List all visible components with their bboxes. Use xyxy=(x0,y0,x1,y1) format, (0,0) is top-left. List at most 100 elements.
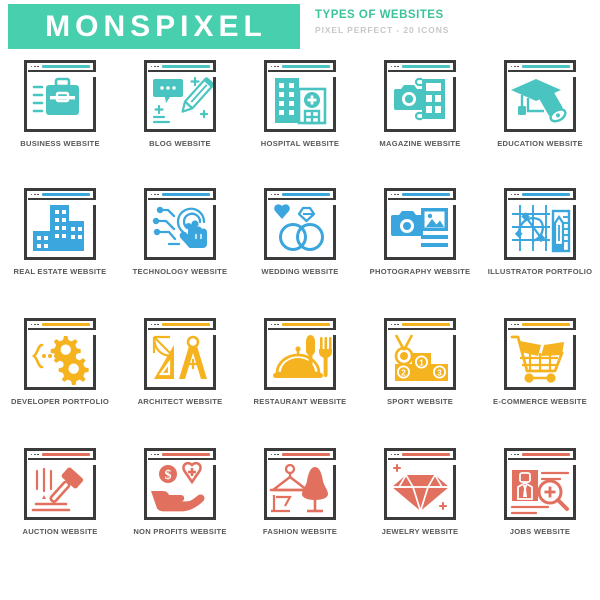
window-dots-icon xyxy=(270,453,279,456)
window-dots-icon xyxy=(150,65,159,68)
window-dots-icon xyxy=(390,453,399,456)
browser-window-frame: $ xyxy=(144,448,217,520)
browser-window-frame xyxy=(24,188,97,260)
icon-cell[interactable]: AUCTION WEBSITE xyxy=(0,448,120,578)
icon-label: BLOG WEBSITE xyxy=(149,139,211,148)
window-dots-icon xyxy=(510,453,519,456)
svg-text:3: 3 xyxy=(437,369,442,378)
icon-row: AUCTION WEBSITE $ NON PROFITS WEBSITE FA… xyxy=(0,448,600,578)
window-dots-icon xyxy=(390,65,399,68)
window-dots-icon xyxy=(150,453,159,456)
buildings-icon xyxy=(28,201,93,257)
browser-window-frame xyxy=(384,448,457,520)
browser-window-frame xyxy=(504,318,577,390)
window-dots-icon xyxy=(30,193,39,196)
frame-titlebar xyxy=(27,64,93,72)
address-bar-line xyxy=(161,453,210,456)
address-bar-line xyxy=(161,65,210,68)
browser-window-frame xyxy=(264,188,337,260)
icon-cell[interactable]: $ NON PROFITS WEBSITE xyxy=(120,448,240,578)
icon-label: EDUCATION WEBSITE xyxy=(497,139,583,148)
icon-cell[interactable]: JOBS WEBSITE xyxy=(480,448,600,578)
address-bar-line xyxy=(161,193,210,196)
window-dots-icon xyxy=(510,323,519,326)
address-bar-line xyxy=(281,65,330,68)
browser-window-frame xyxy=(504,188,577,260)
frame-titlebar xyxy=(507,192,573,200)
icon-label: JEWELRY WEBSITE xyxy=(381,527,459,536)
hanger-mannequin-icon xyxy=(268,461,333,517)
browser-window-frame xyxy=(24,448,97,520)
icon-cell[interactable]: WEDDING WEBSITE xyxy=(240,188,360,318)
icon-cell[interactable]: TECHNOLOGY WEBSITE xyxy=(120,188,240,318)
shopping-cart-icon xyxy=(508,331,573,387)
icon-cell[interactable]: BUSINESS WEBSITE xyxy=(0,60,120,188)
icon-row: DEVELOPER PORTFOLIO ARCHITECT WEBSITE RE… xyxy=(0,318,600,448)
icon-cell[interactable]: 1 2 3 SPORT WEBSITE xyxy=(360,318,480,448)
wedding-rings-icon xyxy=(268,201,333,257)
podium-medal-icon: 1 2 3 xyxy=(388,331,453,387)
briefcase-icon xyxy=(28,73,93,129)
camera-photo-icon xyxy=(388,201,453,257)
circuit-hand-icon xyxy=(148,201,213,257)
window-dots-icon xyxy=(510,193,519,196)
frame-titlebar xyxy=(27,192,93,200)
icon-row: BUSINESS WEBSITE BLOG WEBSITE HOSPITAL W… xyxy=(0,60,600,188)
frame-titlebar xyxy=(507,322,573,330)
browser-window-frame xyxy=(504,448,577,520)
compass-ruler-icon xyxy=(148,331,213,387)
window-dots-icon xyxy=(270,65,279,68)
gavel-icon xyxy=(28,461,93,517)
icon-cell[interactable]: EDUCATION WEBSITE xyxy=(480,60,600,188)
browser-window-frame xyxy=(384,60,457,132)
icon-cell[interactable]: E-COMMERCE WEBSITE xyxy=(480,318,600,448)
browser-window-frame xyxy=(264,448,337,520)
window-dots-icon xyxy=(150,193,159,196)
icon-cell[interactable]: ARCHITECT WEBSITE xyxy=(120,318,240,448)
icon-cell[interactable]: DEVELOPER PORTFOLIO xyxy=(0,318,120,448)
window-dots-icon xyxy=(30,453,39,456)
icon-label: HOSPITAL WEBSITE xyxy=(260,139,340,148)
hospital-icon xyxy=(268,73,333,129)
window-dots-icon xyxy=(30,65,39,68)
icon-cell[interactable]: PHOTOGRAPHY WEBSITE xyxy=(360,188,480,318)
icon-cell[interactable]: HOSPITAL WEBSITE xyxy=(240,60,360,188)
icon-grid: BUSINESS WEBSITE BLOG WEBSITE HOSPITAL W… xyxy=(0,60,600,578)
icon-row: REAL ESTATE WEBSITE TECHNOLOGY WEBSITE W… xyxy=(0,188,600,318)
icon-cell[interactable]: JEWELRY WEBSITE xyxy=(360,448,480,578)
resume-search-icon xyxy=(508,461,573,517)
frame-titlebar xyxy=(27,452,93,460)
browser-window-frame xyxy=(144,188,217,260)
window-dots-icon xyxy=(390,323,399,326)
frame-titlebar xyxy=(147,452,213,460)
address-bar-line xyxy=(521,193,570,196)
address-bar-line xyxy=(401,65,450,68)
frame-titlebar xyxy=(267,64,333,72)
camera-grid-icon xyxy=(388,73,453,129)
browser-window-frame xyxy=(144,60,217,132)
icon-label: RESTAURANT WEBSITE xyxy=(253,397,347,406)
browser-window-frame xyxy=(144,318,217,390)
icon-label: JOBS WEBSITE xyxy=(509,527,571,536)
browser-window-frame: 1 2 3 xyxy=(384,318,457,390)
icon-cell[interactable]: ILLUSTRATOR PORTFOLIO xyxy=(480,188,600,318)
icon-label: ARCHITECT WEBSITE xyxy=(137,397,223,406)
icon-cell[interactable]: BLOG WEBSITE xyxy=(120,60,240,188)
gears-code-icon xyxy=(28,331,93,387)
icon-label: NON PROFITS WEBSITE xyxy=(133,527,227,536)
icon-label: REAL ESTATE WEBSITE xyxy=(13,267,107,276)
icon-label: WEDDING WEBSITE xyxy=(261,267,339,276)
graduation-cap-icon xyxy=(508,73,573,129)
icon-label: PHOTOGRAPHY WEBSITE xyxy=(369,267,471,276)
icon-label: MAGAZINE WEBSITE xyxy=(379,139,461,148)
icon-cell[interactable]: RESTAURANT WEBSITE xyxy=(240,318,360,448)
svg-text:2: 2 xyxy=(401,369,406,378)
frame-titlebar xyxy=(387,452,453,460)
header-text-group: TYPES OF WEBSITES PIXEL PERFECT - 20 ICO… xyxy=(315,9,449,35)
svg-text:1: 1 xyxy=(419,359,424,368)
window-dots-icon xyxy=(30,323,39,326)
icon-cell[interactable]: MAGAZINE WEBSITE xyxy=(360,60,480,188)
address-bar-line xyxy=(161,323,210,326)
icon-cell[interactable]: REAL ESTATE WEBSITE xyxy=(0,188,120,318)
icon-cell[interactable]: FASHION WEBSITE xyxy=(240,448,360,578)
